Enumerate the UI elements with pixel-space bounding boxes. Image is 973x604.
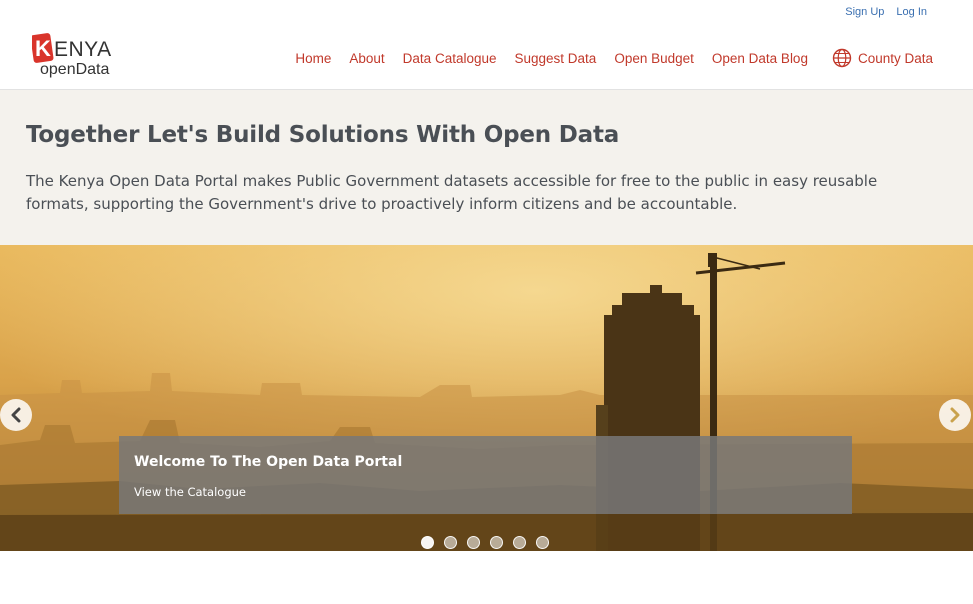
nav-data-catalogue[interactable]: Data Catalogue [403, 51, 497, 66]
kenya-opendata-logo[interactable]: K ENYA openData [30, 30, 142, 78]
view-catalogue-link[interactable]: View the Catalogue [134, 485, 246, 499]
carousel-caption: Welcome To The Open Data Portal View the… [119, 436, 852, 514]
nav-open-budget[interactable]: Open Budget [614, 51, 694, 66]
carousel-indicators [421, 536, 549, 549]
carousel-dot[interactable] [513, 536, 526, 549]
carousel-dot[interactable] [467, 536, 480, 549]
globe-icon [832, 48, 852, 68]
county-data-label: County Data [857, 50, 933, 66]
chevron-right-icon [950, 407, 960, 423]
nav-home[interactable]: Home [295, 51, 331, 66]
image-carousel[interactable]: Welcome To The Open Data Portal View the… [0, 245, 973, 551]
hero-section: Together Let's Build Solutions With Open… [0, 90, 973, 245]
hero-title: Together Let's Build Solutions With Open… [26, 122, 620, 148]
site-header: Sign Up Log In K ENYA openData Home Abou… [0, 0, 973, 90]
caption-title: Welcome To The Open Data Portal [134, 454, 403, 470]
logo-word-opendata: openData [40, 61, 109, 78]
carousel-dot[interactable] [421, 536, 434, 549]
signup-link[interactable]: Sign Up [845, 6, 884, 18]
account-links: Sign Up Log In [845, 6, 927, 18]
carousel-dot[interactable] [490, 536, 503, 549]
nav-about[interactable]: About [349, 51, 384, 66]
login-link[interactable]: Log In [896, 6, 927, 18]
nav-suggest-data[interactable]: Suggest Data [515, 51, 597, 66]
carousel-dot[interactable] [444, 536, 457, 549]
chevron-left-icon [11, 407, 21, 423]
hero-description: The Kenya Open Data Portal makes Public … [26, 172, 878, 213]
logo-letter: K [35, 36, 51, 61]
carousel-prev-button[interactable] [0, 399, 32, 431]
carousel-dot[interactable] [536, 536, 549, 549]
carousel-next-button[interactable] [939, 399, 971, 431]
nav-open-data-blog[interactable]: Open Data Blog [712, 51, 808, 66]
nav-county-data[interactable]: County Data [832, 48, 933, 68]
logo-mark: K ENYA openData [30, 33, 112, 78]
main-nav: Home About Data Catalogue Suggest Data O… [295, 48, 933, 68]
logo-word-kenya: ENYA [54, 38, 112, 61]
